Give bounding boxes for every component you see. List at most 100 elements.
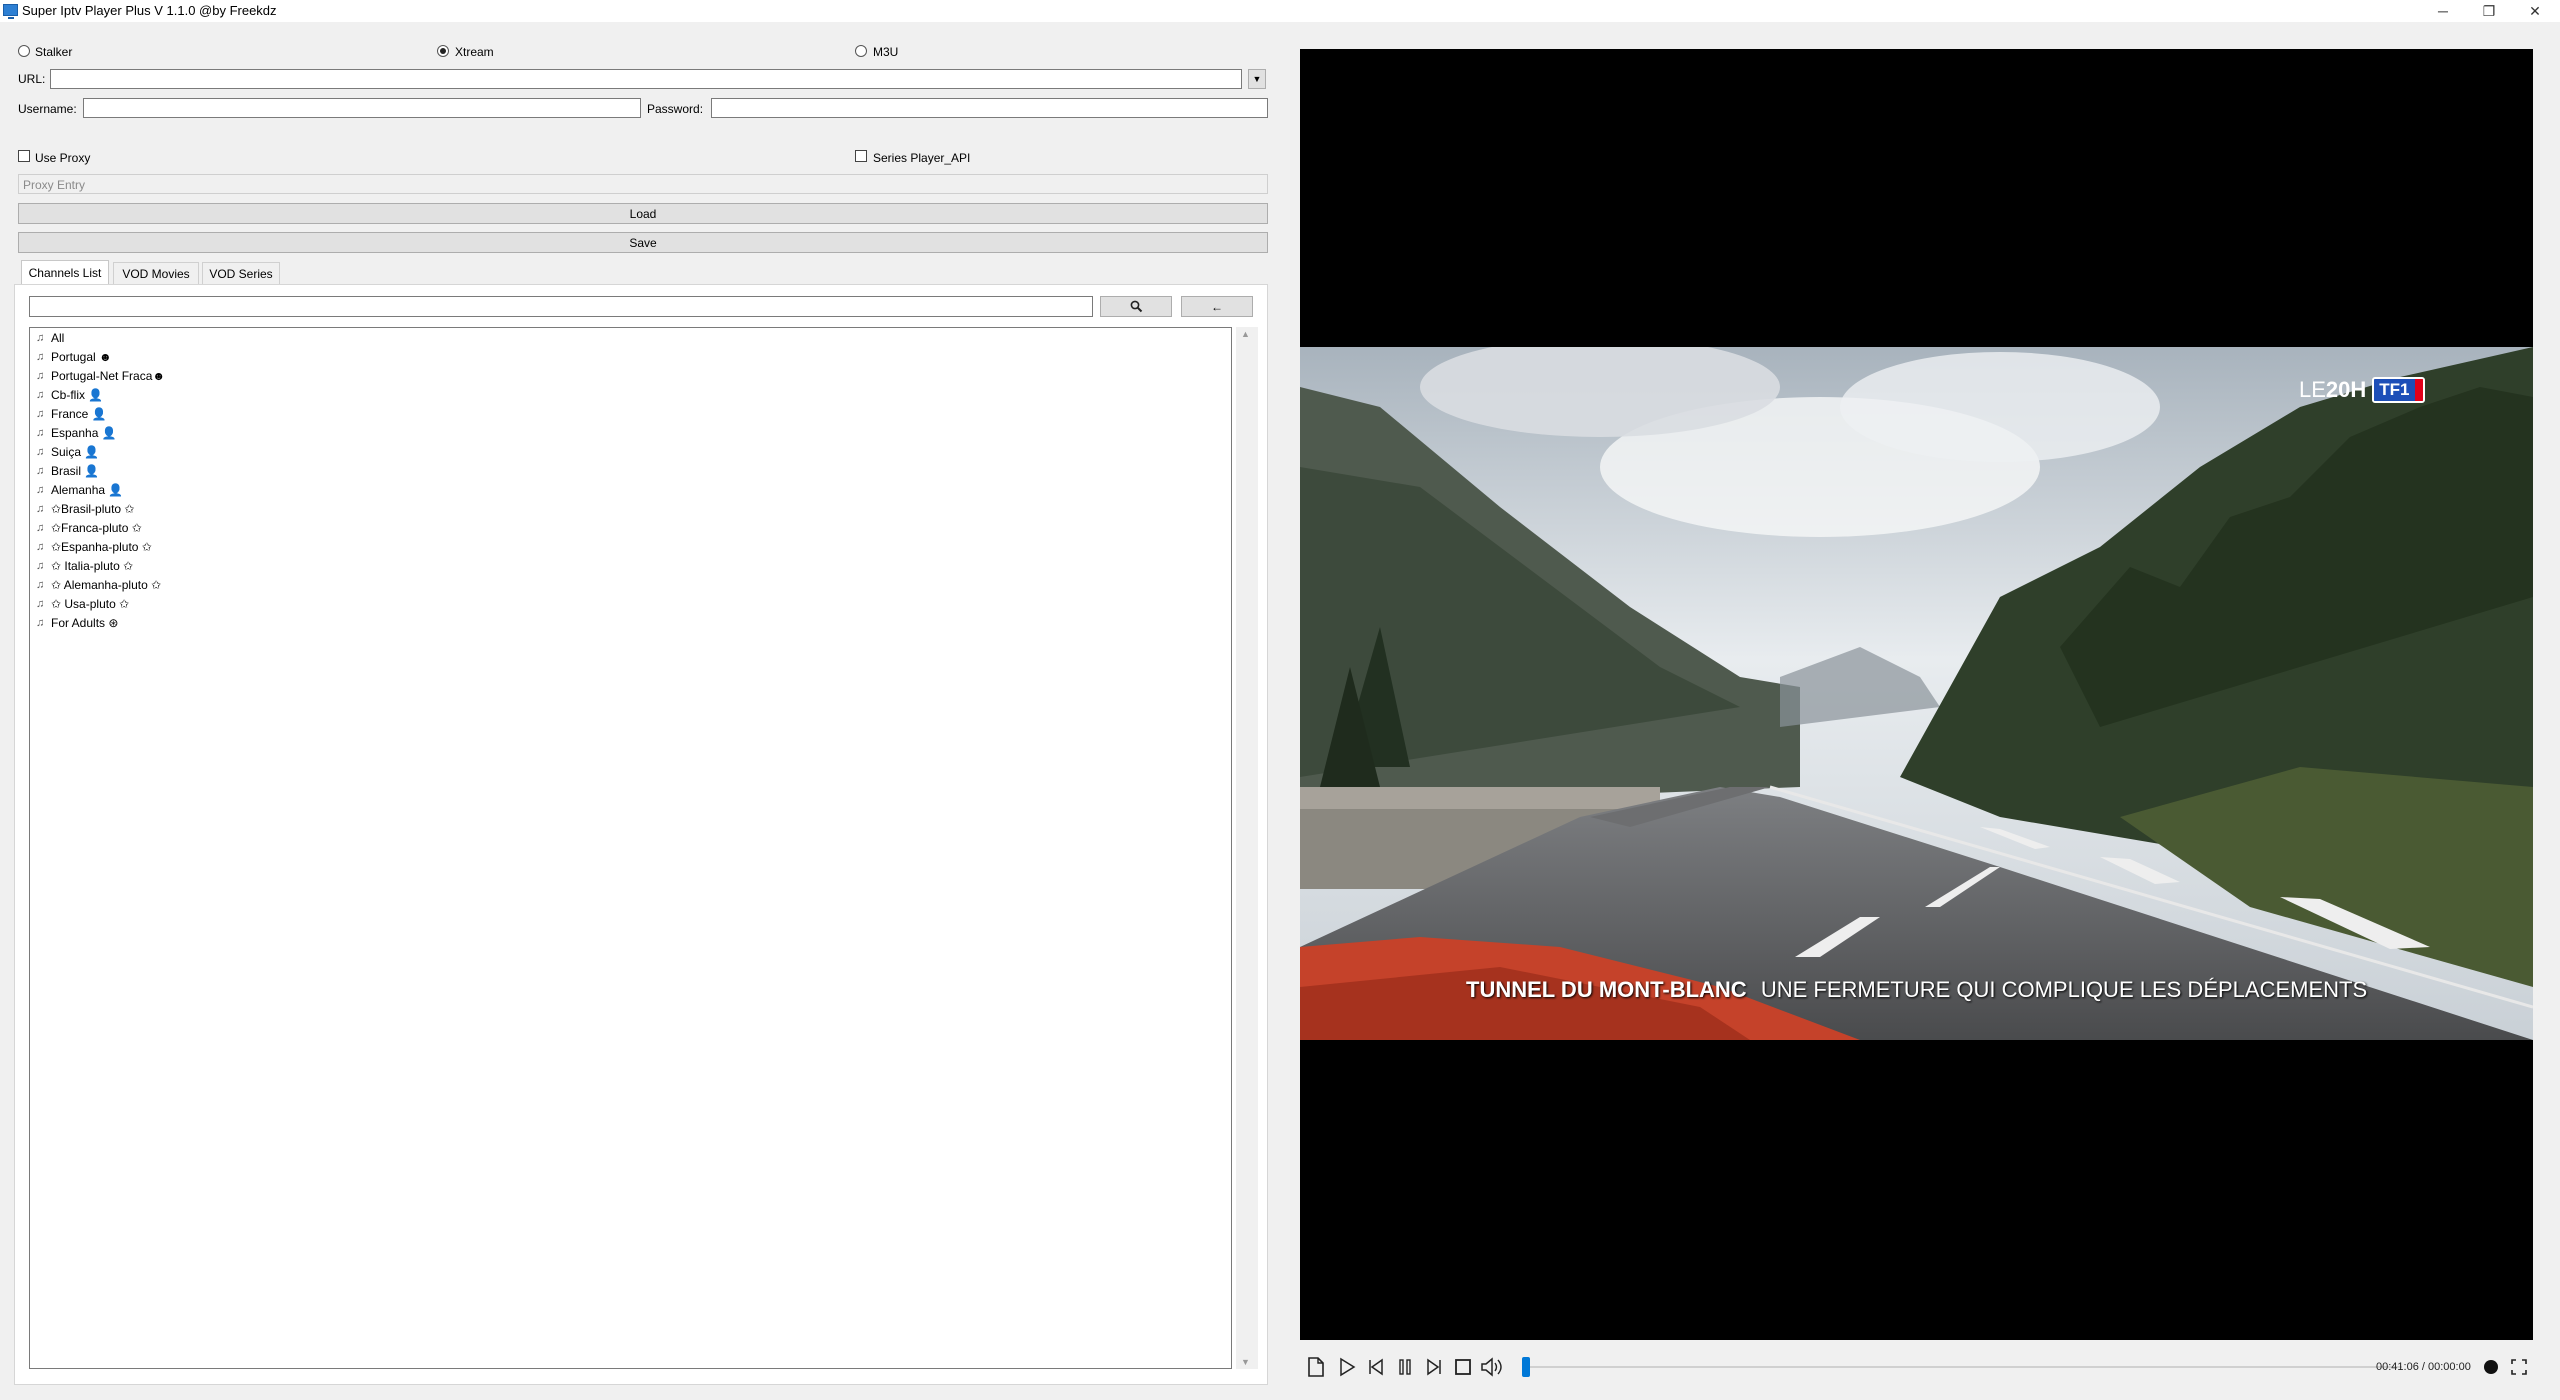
tab-channels-list[interactable]: Channels List [21,260,109,284]
news-caption: TUNNEL DU MONT-BLANC UNE FERMETURE QUI C… [1466,977,2367,1003]
channel-group-item[interactable]: ♫ Suiça 👤 [36,443,99,461]
previous-icon [1369,1358,1383,1376]
time-display: 00:41:06 / 00:00:00 [2376,1361,2471,1373]
channel-group-label: Suiça 👤 [51,445,100,459]
media-folder-icon: ♫ [36,579,45,591]
media-folder-icon: ♫ [36,617,45,629]
stop-button[interactable] [1452,1356,1474,1378]
channel-group-label: Brasil 👤 [51,464,100,478]
app-monitor-icon [3,4,18,19]
fullscreen-button[interactable] [2508,1356,2530,1378]
list-scrollbar[interactable]: ▲ ▼ [1236,327,1258,1369]
close-button[interactable]: ✕ [2512,0,2558,22]
username-field[interactable] [83,98,641,118]
proxy-entry-placeholder: Proxy Entry [23,178,86,192]
media-folder-icon: ♫ [36,541,45,553]
channel-group-item[interactable]: ♫ Alemanha 👤 [36,481,123,499]
channel-group-item[interactable]: ♫ Cb-flix 👤 [36,386,103,404]
media-folder-icon: ♫ [36,446,45,458]
logo-number: 20H [2325,377,2367,402]
channel-logo: LE 20H TF1 [2299,377,2425,403]
media-folder-icon: ♫ [36,465,45,477]
seek-thumb[interactable] [1522,1357,1530,1377]
series-api-checkbox[interactable] [855,150,867,162]
magnifier-icon [1130,300,1142,313]
volume-button[interactable] [1480,1356,1506,1378]
channel-group-item[interactable]: ♫ For Adults ⊛ [36,614,118,632]
tab-vod-series[interactable]: VOD Series [202,262,280,284]
minimize-button[interactable]: ─ [2420,0,2466,22]
series-api-label: Series Player_API [873,151,971,165]
next-icon [1427,1358,1441,1376]
load-button[interactable]: Load [18,203,1268,224]
scroll-up-arrow-icon[interactable]: ▲ [1241,329,1250,339]
tf1-logo-stripe [2414,379,2423,401]
channel-group-item[interactable]: ♫ Portugal ☻ [36,348,112,366]
channel-group-item[interactable]: ♫ Espanha 👤 [36,424,117,442]
media-folder-icon: ♫ [36,522,45,534]
volume-icon [1481,1357,1502,1377]
channel-group-label: ✩ Alemanha-pluto ✩ [51,578,162,592]
seek-track[interactable] [1522,1366,2402,1368]
save-button[interactable]: Save [18,232,1268,253]
restore-button[interactable]: ❐ [2466,0,2512,22]
channel-search-input[interactable] [29,296,1093,317]
pause-button[interactable] [1394,1356,1416,1378]
media-folder-icon: ♫ [36,389,45,401]
media-folder-icon: ♫ [36,427,45,439]
channel-group-item[interactable]: ♫ Portugal-Net Fraca☻ [36,367,165,385]
url-field[interactable] [50,69,1242,89]
proxy-entry-field[interactable]: Proxy Entry [18,174,1268,194]
channel-group-label: Portugal ☻ [51,350,112,364]
use-proxy-checkbox[interactable] [18,150,30,162]
tab-vod-movies[interactable]: VOD Movies [113,262,199,284]
caption-bold: TUNNEL DU MONT-BLANC [1466,977,1747,1002]
media-folder-icon: ♫ [36,484,45,496]
channel-group-item[interactable]: ♫ ✩ Alemanha-pluto ✩ [36,576,161,594]
channel-group-label: Cb-flix 👤 [51,388,104,402]
channel-group-item[interactable]: ♫ ✩Espanha-pluto ✩ [36,538,152,556]
radio-xtream[interactable] [437,45,449,57]
play-icon [1340,1357,1356,1377]
media-folder-icon: ♫ [36,503,45,515]
search-button[interactable] [1100,296,1172,317]
back-button[interactable]: ← [1181,296,1253,317]
media-folder-icon: ♫ [36,351,45,363]
tf1-logo-text: TF1 [2374,379,2415,401]
open-file-button[interactable] [1305,1356,1327,1378]
record-icon [2484,1360,2498,1374]
scroll-down-arrow-icon[interactable]: ▼ [1241,1357,1250,1367]
caption-text: UNE FERMETURE QUI COMPLIQUE LES DÉPLACEM… [1760,977,2368,1002]
channel-group-label: ✩Espanha-pluto ✩ [51,540,152,554]
play-button[interactable] [1336,1356,1358,1378]
radio-stalker[interactable] [18,45,30,57]
channel-group-item[interactable]: ♫ ✩Franca-pluto ✩ [36,519,142,537]
logo-prefix: LE [2299,377,2326,402]
url-label: URL: [18,72,46,86]
video-scene [1300,347,2533,1040]
media-folder-icon: ♫ [36,598,45,610]
media-folder-icon: ♫ [36,408,45,420]
fullscreen-icon [2511,1359,2527,1375]
url-dropdown-button[interactable]: ▼ [1248,69,1266,89]
radio-m3u[interactable] [855,45,867,57]
channel-group-item[interactable]: ♫ Brasil 👤 [36,462,99,480]
password-label: Password: [647,102,704,116]
next-button[interactable] [1423,1356,1445,1378]
record-button[interactable] [2480,1356,2502,1378]
previous-button[interactable] [1365,1356,1387,1378]
channel-group-item[interactable]: ♫ All [36,329,64,347]
channel-group-item[interactable]: ♫ ✩ Italia-pluto ✩ [36,557,133,575]
pause-icon [1399,1359,1411,1375]
channel-group-item[interactable]: ♫ France 👤 [36,405,107,423]
channel-group-label: Alemanha 👤 [51,483,124,497]
video-frame: LE 20H TF1 TUNNEL DU MONT-BLANC UNE FERM… [1300,347,2533,1040]
channel-group-label: Espanha 👤 [51,426,117,440]
channel-group-item[interactable]: ♫ ✩ Usa-pluto ✩ [36,595,129,613]
tf1-logo: TF1 [2372,377,2425,403]
radio-m3u-label: M3U [873,45,899,59]
channel-group-list[interactable]: ♫ All ♫ Portugal ☻ ♫ Portugal-Net Fraca☻ ♫ Cb-f… [29,327,1232,1369]
radio-xtream-label: Xtream [455,45,494,59]
channel-group-item[interactable]: ♫ ✩Brasil-pluto ✩ [36,500,134,518]
password-field[interactable] [711,98,1268,118]
